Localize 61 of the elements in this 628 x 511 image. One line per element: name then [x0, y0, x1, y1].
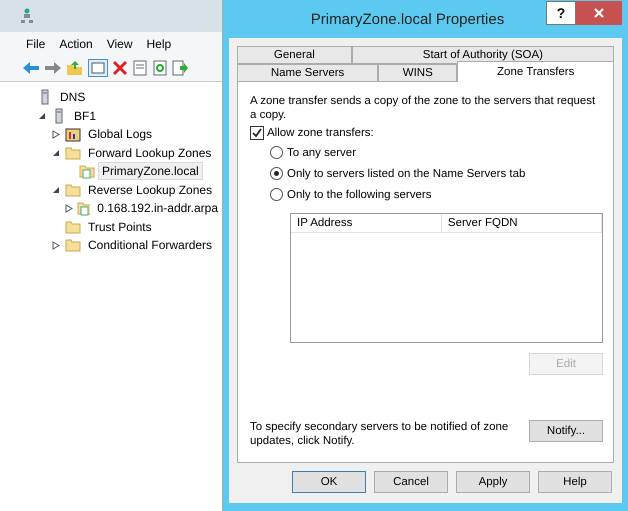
radio-label: Only to the following servers: [287, 188, 432, 200]
folder-icon: [65, 182, 81, 198]
close-icon: [594, 8, 604, 18]
checkbox-label: Allow zone transfers:: [267, 127, 374, 139]
export-icon[interactable]: [172, 60, 188, 76]
zone-file-icon: [79, 163, 95, 180]
tree-item[interactable]: PrimaryZone.local: [98, 162, 203, 180]
properties-icon[interactable]: [132, 60, 148, 76]
tree-item[interactable]: BF1: [70, 106, 100, 125]
tab[interactable]: General: [237, 46, 352, 64]
menu-item[interactable]: Action: [53, 34, 99, 52]
tree-item[interactable]: Conditional Forwarders: [84, 236, 216, 254]
tree-item[interactable]: DNS: [56, 88, 90, 106]
column-header[interactable]: IP Address: [291, 214, 442, 232]
dialog-button[interactable]: OK: [292, 471, 366, 493]
dialog-button[interactable]: Help: [538, 471, 612, 493]
folder-icon: [65, 237, 81, 254]
dialog-title: PrimaryZone.local Properties: [310, 10, 506, 28]
delete-icon[interactable]: [112, 60, 128, 76]
radio-label: To any server: [287, 146, 356, 158]
radio-button[interactable]: [270, 146, 283, 159]
description-text: A zone transfer sends a copy of the zone to the servers that request a copy.: [250, 94, 596, 122]
forward-arrow-icon[interactable]: [44, 60, 62, 76]
expanded-arrow-icon[interactable]: [52, 186, 60, 194]
close-button[interactable]: [576, 1, 622, 25]
expanded-arrow-icon[interactable]: [52, 148, 60, 157]
menu-item[interactable]: Help: [140, 34, 178, 52]
console-tree-icon[interactable]: [88, 59, 108, 77]
radio-button[interactable]: [270, 167, 283, 180]
tab[interactable]: Start of Authority (SOA): [352, 46, 614, 64]
dialog-button[interactable]: Cancel: [374, 471, 448, 493]
expanded-arrow-icon[interactable]: [38, 112, 46, 120]
help-button[interactable]: ?: [546, 1, 576, 25]
radio-label: Only to servers listed on the Name Servers tab: [287, 168, 526, 180]
tab[interactable]: Name Servers: [237, 64, 378, 82]
notify-text: To specify secondary servers to be notified of zone updates, click Notify.: [250, 420, 510, 448]
tree-item[interactable]: Reverse Lookup Zones: [84, 180, 216, 199]
menu-item[interactable]: File: [20, 34, 52, 52]
checkbox[interactable]: [250, 126, 264, 140]
tab[interactable]: WINS: [378, 64, 458, 82]
folder-icon: [65, 218, 81, 235]
refresh-icon[interactable]: [152, 60, 168, 76]
radio-button[interactable]: [270, 188, 283, 201]
tab[interactable]: Zone Transfers: [457, 61, 614, 82]
collapsed-arrow-icon[interactable]: [52, 130, 60, 139]
network-icon: [20, 8, 34, 24]
collapsed-arrow-icon[interactable]: [52, 240, 60, 250]
menu-item[interactable]: View: [100, 34, 138, 52]
tree-item[interactable]: Forward Lookup Zones: [84, 144, 216, 162]
dialog-button[interactable]: Apply: [456, 471, 530, 493]
collapsed-arrow-icon[interactable]: [64, 204, 73, 213]
log-folder-icon: [65, 126, 81, 142]
zone-file-icon: [76, 200, 90, 216]
tree-item[interactable]: Trust Points: [84, 218, 156, 236]
notify-button[interactable]: Notify...: [529, 420, 603, 442]
tree-item[interactable]: Global Logs: [84, 125, 156, 144]
column-header[interactable]: Server FQDN: [442, 214, 602, 232]
folder-icon: [65, 144, 81, 161]
up-folder-icon[interactable]: [66, 60, 84, 76]
tree-item[interactable]: 0.168.192.in-addr.arpa: [93, 199, 222, 218]
back-arrow-icon[interactable]: [22, 60, 40, 76]
